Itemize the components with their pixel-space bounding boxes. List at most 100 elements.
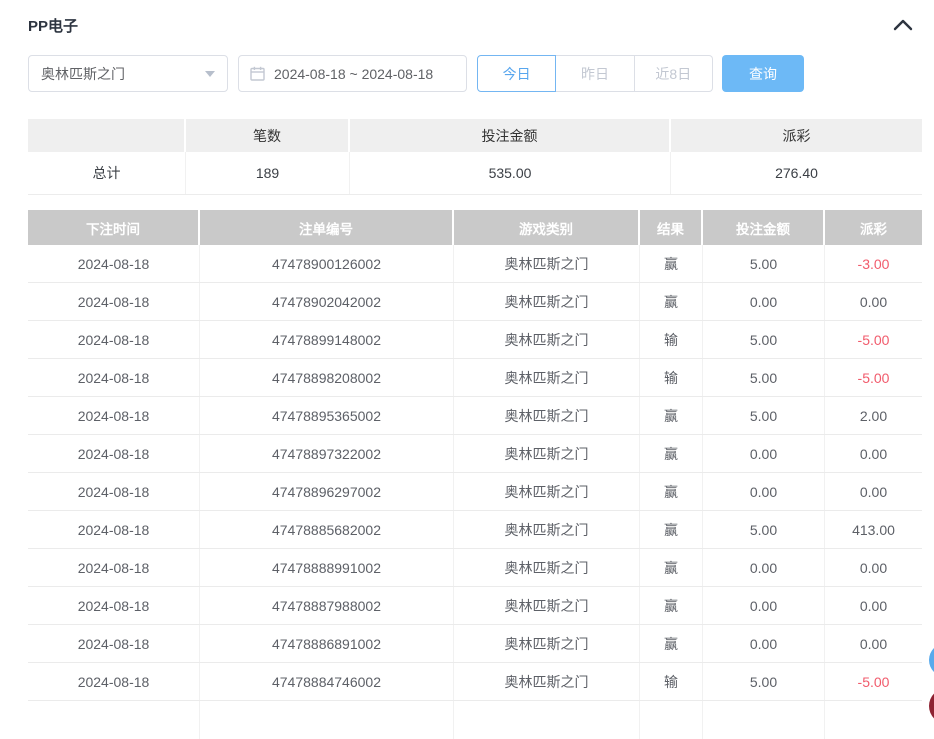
- bet-time-cell: 2024-08-18: [28, 397, 200, 434]
- table-row: 2024-08-1847478886891002奥林匹斯之门赢0.000.00: [28, 625, 922, 663]
- summary-header-blank: [28, 119, 186, 152]
- bet-amount-cell: 5.00: [703, 359, 825, 396]
- table-row: 2024-08-1847478899148002奥林匹斯之门输5.00-5.00: [28, 321, 922, 359]
- order-id-cell: 47478884746002: [200, 663, 454, 700]
- bet-amount-cell: 5.00: [703, 245, 825, 282]
- game-type-cell: 奥林匹斯之门: [454, 359, 640, 396]
- bet-amount-cell: 5.00: [703, 511, 825, 548]
- game-type-cell: 奥林匹斯之门: [454, 549, 640, 586]
- table-row: 2024-08-1847478885682002奥林匹斯之门赢5.00413.0…: [28, 511, 922, 549]
- payout-cell: -5.00: [825, 321, 922, 358]
- summary-total-payout: 276.40: [671, 152, 922, 194]
- payout-cell: 0.00: [825, 549, 922, 586]
- order-id-cell: 47478900126002: [200, 245, 454, 282]
- date-range-value: 2024-08-18 ~ 2024-08-18: [274, 66, 433, 82]
- result-cell: 输: [640, 663, 703, 700]
- order-id-cell: 47478887988002: [200, 587, 454, 624]
- bet-time-cell: 2024-08-18: [28, 359, 200, 396]
- summary-header-count: 笔数: [186, 119, 350, 152]
- summary-header-bet-amount: 投注金额: [350, 119, 671, 152]
- payout-cell: -5.00: [825, 663, 922, 700]
- panel-header: PP电子: [28, 0, 922, 36]
- header-bet-time: 下注时间: [28, 210, 200, 245]
- quick-range-today[interactable]: 今日: [477, 55, 556, 92]
- game-select-value: 奥林匹斯之门: [41, 64, 125, 84]
- payout-cell: 0.00: [825, 283, 922, 320]
- order-id-cell: 47478897322002: [200, 435, 454, 472]
- result-cell: 赢: [640, 587, 703, 624]
- bet-amount-cell: 5.00: [703, 663, 825, 700]
- table-row: 2024-08-1847478884746002奥林匹斯之门输5.00-5.00: [28, 663, 922, 701]
- bet-time-cell: 2024-08-18: [28, 549, 200, 586]
- summary-header-payout: 派彩: [671, 119, 922, 152]
- game-type-cell: 奥林匹斯之门: [454, 245, 640, 282]
- summary-total-count: 189: [186, 152, 350, 194]
- payout-cell: -5.00: [825, 359, 922, 396]
- summary-total-row: 总计 189 535.00 276.40: [28, 152, 922, 195]
- header-result: 结果: [640, 210, 703, 245]
- payout-cell: 0.00: [825, 435, 922, 472]
- order-id-cell: 47478895365002: [200, 397, 454, 434]
- floating-service-button[interactable]: [929, 643, 934, 677]
- result-cell: 赢: [640, 283, 703, 320]
- order-id-cell: 47478888991002: [200, 549, 454, 586]
- bet-time-cell: 2024-08-18: [28, 435, 200, 472]
- collapse-panel-button[interactable]: [892, 17, 914, 33]
- panel-title: PP电子: [28, 15, 78, 36]
- bet-table-body: 2024-08-1847478900126002奥林匹斯之门赢5.00-3.00…: [28, 245, 922, 701]
- result-cell: 赢: [640, 549, 703, 586]
- payout-cell: 2.00: [825, 397, 922, 434]
- order-id-cell: 47478896297002: [200, 473, 454, 510]
- bet-time-cell: 2024-08-18: [28, 245, 200, 282]
- payout-cell: 0.00: [825, 625, 922, 662]
- header-game-type: 游戏类别: [454, 210, 640, 245]
- table-row: 2024-08-1847478897322002奥林匹斯之门赢0.000.00: [28, 435, 922, 473]
- result-cell: 赢: [640, 625, 703, 662]
- order-id-cell: 47478902042002: [200, 283, 454, 320]
- summary-total-bet-amount: 535.00: [350, 152, 671, 194]
- bet-time-cell: 2024-08-18: [28, 473, 200, 510]
- result-cell: 赢: [640, 435, 703, 472]
- table-row: 2024-08-1847478896297002奥林匹斯之门赢0.000.00: [28, 473, 922, 511]
- order-id-cell: 47478898208002: [200, 359, 454, 396]
- chevron-up-icon: [892, 17, 914, 33]
- bet-amount-cell: 5.00: [703, 397, 825, 434]
- quick-range-group: 今日昨日近8日: [477, 55, 713, 92]
- result-cell: 赢: [640, 511, 703, 548]
- bet-time-cell: 2024-08-18: [28, 587, 200, 624]
- bet-amount-cell: 0.00: [703, 435, 825, 472]
- caret-down-icon: [205, 71, 215, 77]
- floating-promo-button[interactable]: [929, 688, 934, 724]
- calendar-icon: [250, 66, 265, 81]
- date-range-picker[interactable]: 2024-08-18 ~ 2024-08-18: [238, 55, 467, 92]
- game-type-cell: 奥林匹斯之门: [454, 663, 640, 700]
- pp-panel: PP电子 奥林匹斯之门 2024-08-18 ~ 2024-08-18 今日昨日…: [28, 0, 922, 739]
- query-button[interactable]: 查询: [722, 55, 804, 92]
- bet-time-cell: 2024-08-18: [28, 663, 200, 700]
- table-row: 2024-08-1847478900126002奥林匹斯之门赢5.00-3.00: [28, 245, 922, 283]
- order-id-cell: 47478899148002: [200, 321, 454, 358]
- game-type-cell: 奥林匹斯之门: [454, 321, 640, 358]
- table-row: 2024-08-1847478888991002奥林匹斯之门赢0.000.00: [28, 549, 922, 587]
- quick-range-last8[interactable]: 近8日: [635, 55, 713, 92]
- payout-cell: 0.00: [825, 473, 922, 510]
- bet-time-cell: 2024-08-18: [28, 321, 200, 358]
- game-type-cell: 奥林匹斯之门: [454, 511, 640, 548]
- game-type-cell: 奥林匹斯之门: [454, 473, 640, 510]
- payout-cell: 0.00: [825, 587, 922, 624]
- result-cell: 输: [640, 359, 703, 396]
- result-cell: 输: [640, 321, 703, 358]
- header-bet-amount: 投注金额: [703, 210, 825, 245]
- bet-time-cell: 2024-08-18: [28, 283, 200, 320]
- quick-range-yesterday[interactable]: 昨日: [556, 55, 634, 92]
- table-row-partial: [28, 701, 922, 739]
- bet-amount-cell: 0.00: [703, 587, 825, 624]
- payout-cell: -3.00: [825, 245, 922, 282]
- summary-table: 笔数 投注金额 派彩 总计 189 535.00 276.40: [28, 119, 922, 195]
- table-row: 2024-08-1847478898208002奥林匹斯之门输5.00-5.00: [28, 359, 922, 397]
- header-payout: 派彩: [825, 210, 922, 245]
- order-id-cell: 47478885682002: [200, 511, 454, 548]
- game-select[interactable]: 奥林匹斯之门: [28, 55, 228, 92]
- bet-amount-cell: 0.00: [703, 473, 825, 510]
- game-type-cell: 奥林匹斯之门: [454, 587, 640, 624]
